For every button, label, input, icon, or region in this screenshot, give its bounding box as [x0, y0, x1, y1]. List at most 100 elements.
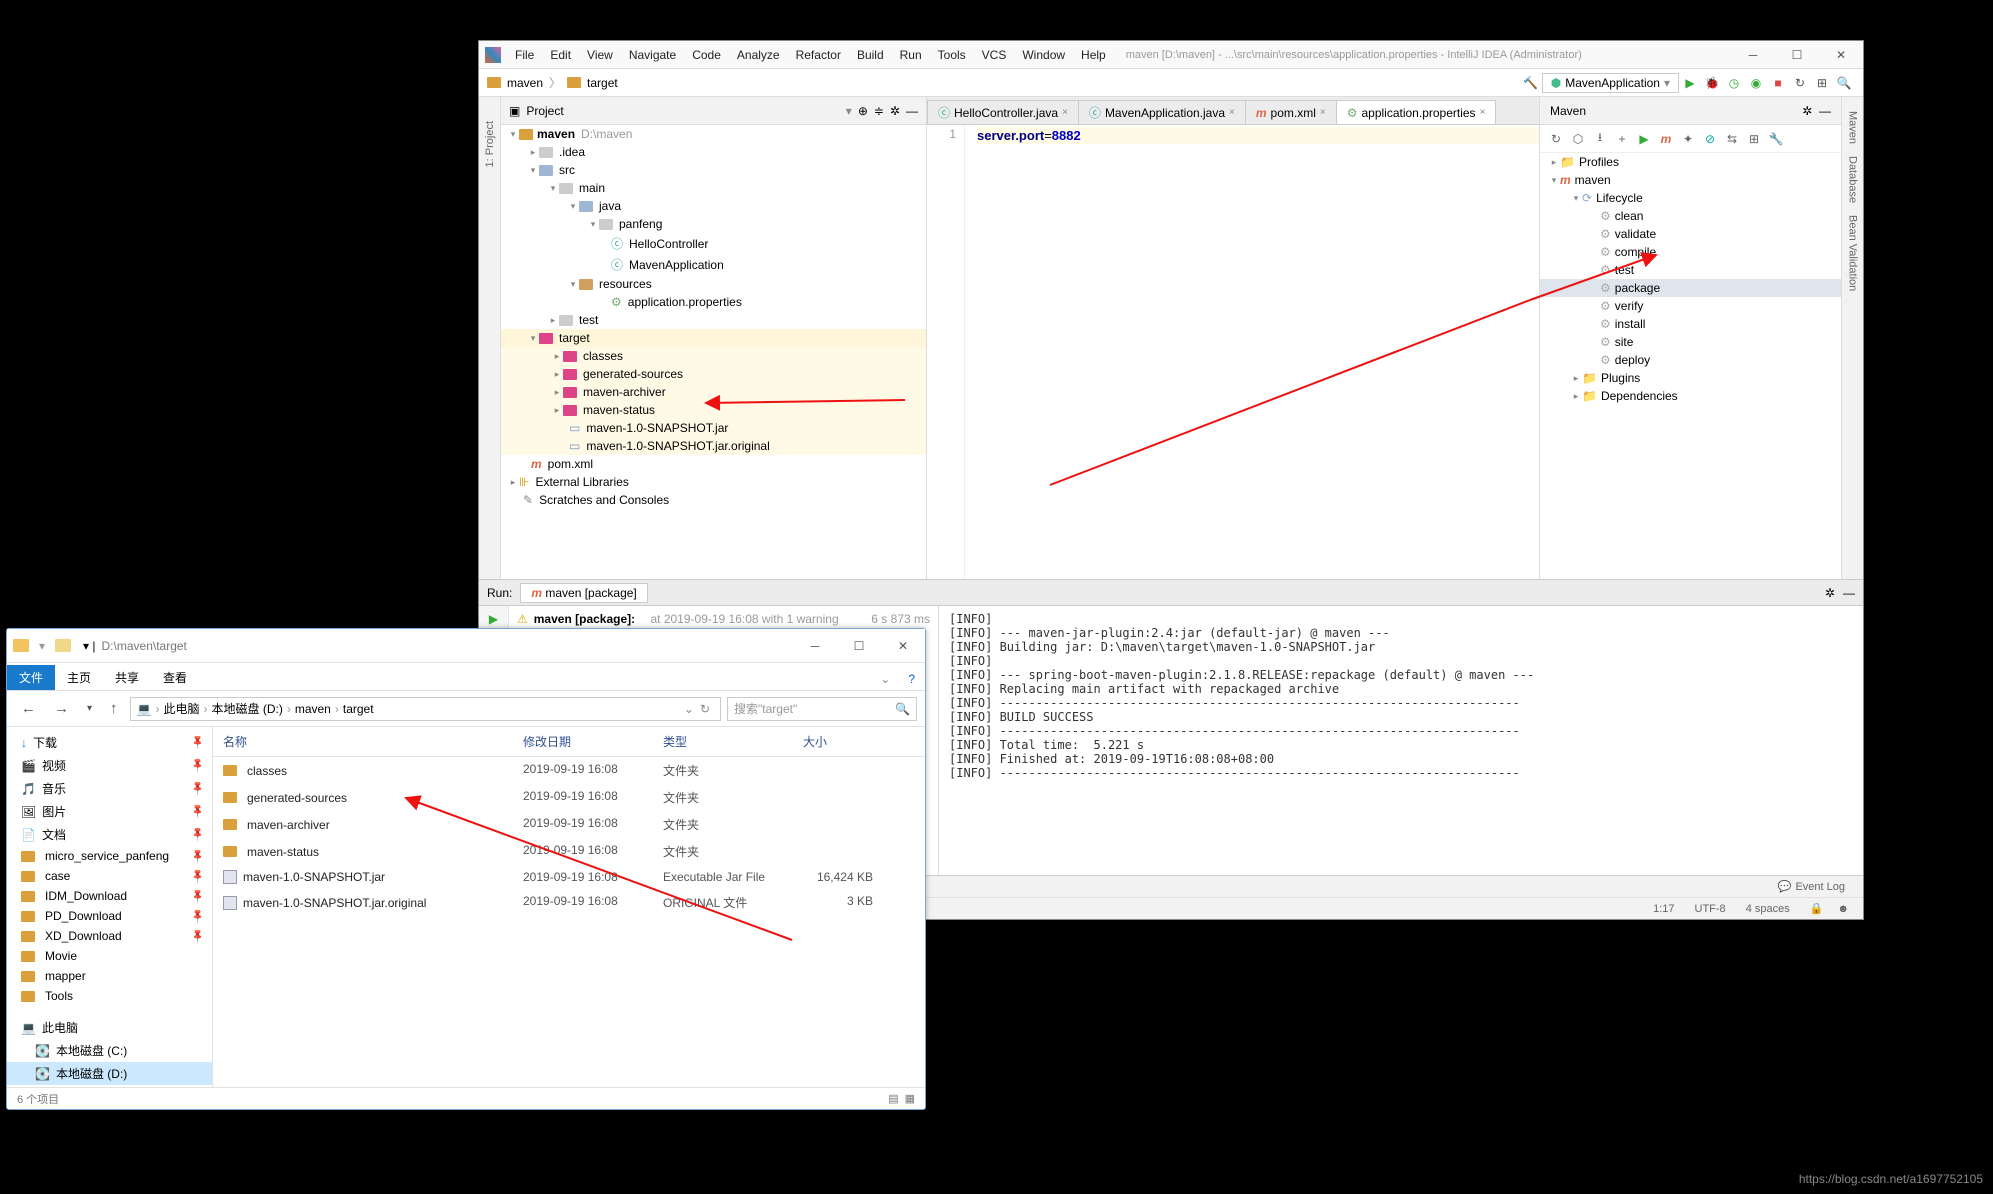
nav-case[interactable]: case📌	[7, 866, 212, 886]
nav-documents[interactable]: 📄文档📌	[7, 823, 212, 846]
event-log-icon[interactable]: 💬	[1778, 880, 1792, 893]
nav-microservice[interactable]: micro_service_panfeng📌	[7, 846, 212, 866]
ribbon-home[interactable]: 主页	[55, 665, 103, 690]
refresh-button[interactable]: ↻	[696, 702, 714, 716]
build-button[interactable]: 🔨	[1520, 73, 1542, 93]
close-icon[interactable]: ×	[1229, 107, 1235, 118]
project-tool-button[interactable]: 1: Project	[484, 117, 496, 171]
tree-classes[interactable]: classes	[581, 349, 623, 363]
project-title[interactable]: Project	[526, 104, 839, 118]
col-size[interactable]: 大小	[793, 727, 883, 756]
nav-tools[interactable]: Tools	[7, 986, 212, 1006]
file-row[interactable]: classes2019-09-19 16:08文件夹	[213, 757, 925, 784]
file-row[interactable]: maven-1.0-SNAPSHOT.jar2019-09-19 16:08Ex…	[213, 865, 925, 889]
settings-icon[interactable]: ✲	[1802, 104, 1812, 118]
nav-thispc[interactable]: 💻 此电脑	[7, 1016, 212, 1039]
nav-pd[interactable]: PD_Download📌	[7, 906, 212, 926]
bc-maven[interactable]: maven	[295, 702, 331, 716]
history-button[interactable]: ▾	[81, 699, 98, 718]
tree-hellocontroller[interactable]: HelloController	[627, 237, 708, 251]
menu-run[interactable]: Run	[892, 44, 930, 66]
maven-goal-validate[interactable]: validate	[1615, 227, 1656, 241]
coverage-button[interactable]: ◷	[1723, 73, 1745, 93]
run-button[interactable]: ▶	[1679, 73, 1701, 93]
menu-help[interactable]: Help	[1073, 44, 1114, 66]
file-row[interactable]: generated-sources2019-09-19 16:08文件夹	[213, 784, 925, 811]
hide-icon[interactable]: —	[1819, 104, 1831, 118]
tree-extlib[interactable]: External Libraries	[533, 475, 628, 489]
maximize-button[interactable]: ☐	[1775, 41, 1819, 69]
ribbon-view[interactable]: 查看	[151, 665, 199, 690]
maven-goal-install[interactable]: install	[1615, 317, 1646, 331]
tree-archiver[interactable]: maven-archiver	[581, 385, 666, 399]
maven-profiles[interactable]: Profiles	[1579, 155, 1619, 169]
col-type[interactable]: 类型	[653, 727, 793, 756]
run-button[interactable]: ▶	[1636, 131, 1652, 147]
event-log-button[interactable]: Event Log	[1795, 881, 1845, 893]
tree-main[interactable]: main	[577, 181, 605, 195]
tree-resources[interactable]: resources	[597, 277, 652, 291]
tree-idea[interactable]: .idea	[557, 145, 585, 159]
minimize-button[interactable]: ─	[793, 629, 837, 663]
menu-file[interactable]: File	[507, 44, 542, 66]
ribbon-share[interactable]: 共享	[103, 665, 151, 690]
address-bar[interactable]: 💻› 此电脑› 本地磁盘 (D:)› maven› target ⌄ ↻	[130, 697, 721, 721]
profile-button[interactable]: ◉	[1745, 73, 1767, 93]
add-button[interactable]: +	[1614, 131, 1630, 147]
maven-plugins[interactable]: Plugins	[1601, 371, 1640, 385]
run-console[interactable]: [INFO] [INFO] --- maven-jar-plugin:2.4:j…	[939, 606, 1863, 875]
col-date[interactable]: 修改日期	[513, 727, 653, 756]
maven-goal-verify[interactable]: verify	[1615, 299, 1644, 313]
nav-drivec[interactable]: 💽本地磁盘 (C:)	[7, 1039, 212, 1062]
hide-button[interactable]: —	[906, 104, 918, 118]
search-icon[interactable]: 🔍	[895, 702, 910, 716]
maven-goal-test[interactable]: test	[1615, 263, 1634, 277]
file-list[interactable]: 名称 修改日期 类型 大小 classes2019-09-19 16:08文件夹…	[213, 727, 925, 1087]
tree-test[interactable]: test	[577, 313, 598, 327]
forward-button[interactable]: →	[48, 696, 75, 721]
project-view-selector[interactable]: ▣	[509, 104, 520, 118]
tree-snapshot-orig[interactable]: maven-1.0-SNAPSHOT.jar.original	[584, 439, 769, 453]
generate-button[interactable]: ⬡	[1570, 131, 1586, 147]
details-view-button[interactable]: ▤	[888, 1092, 898, 1105]
close-icon[interactable]: ×	[1320, 107, 1326, 118]
locate-button[interactable]: ⊕	[858, 104, 868, 118]
nav-downloads[interactable]: ↓下载📌	[7, 731, 212, 754]
up-button[interactable]: ↑	[104, 696, 124, 721]
nav-xd[interactable]: XD_Download📌	[7, 926, 212, 946]
tab-hellocontroller[interactable]: ⓒHelloController.java×	[927, 100, 1079, 124]
maven-tool-button[interactable]: Maven	[1847, 105, 1859, 150]
rerun-button[interactable]: ▶	[489, 612, 498, 626]
update-button[interactable]: ↻	[1789, 73, 1811, 93]
editor[interactable]: 1 server.port=8882	[927, 125, 1539, 579]
menu-refactor[interactable]: Refactor	[788, 44, 849, 66]
download-button[interactable]: ⭳	[1592, 131, 1608, 147]
skip-tests-button[interactable]: ⊘	[1702, 131, 1718, 147]
expand-ribbon-button[interactable]: ⌄	[872, 668, 898, 690]
help-button[interactable]: ?	[898, 668, 925, 690]
beanvalidation-tool-button[interactable]: Bean Validation	[1847, 209, 1859, 297]
maven-deps[interactable]: Dependencies	[1601, 389, 1678, 403]
maximize-button[interactable]: ☐	[837, 629, 881, 663]
tree-mavenstatus[interactable]: maven-status	[581, 403, 655, 417]
tab-pom[interactable]: mpom.xml×	[1245, 100, 1337, 124]
toggle-offline-button[interactable]: ✦	[1680, 131, 1696, 147]
settings-button[interactable]: ✲	[890, 104, 900, 118]
maven-root[interactable]: maven	[1575, 173, 1611, 187]
file-header[interactable]: 名称 修改日期 类型 大小	[213, 727, 925, 757]
run-tab[interactable]: m maven [package]	[520, 583, 647, 603]
settings-icon[interactable]: ✲	[1825, 586, 1835, 600]
maven-lifecycle[interactable]: Lifecycle	[1596, 191, 1643, 205]
menu-edit[interactable]: Edit	[542, 44, 579, 66]
code-line[interactable]: server.port=8882	[977, 127, 1539, 144]
status-smiley-icon[interactable]: ☻	[1833, 903, 1853, 915]
menu-build[interactable]: Build	[849, 44, 892, 66]
reload-button[interactable]: ↻	[1548, 131, 1564, 147]
menu-view[interactable]: View	[579, 44, 621, 66]
maven-tree[interactable]: ▸📁Profiles ▾mmaven ▾⟳Lifecycle ⚙clean ⚙v…	[1540, 153, 1841, 579]
menu-code[interactable]: Code	[684, 44, 729, 66]
menu-vcs[interactable]: VCS	[974, 44, 1015, 66]
nav-pane[interactable]: ↓下载📌 🎬视频📌 🎵音乐📌 🖼图片📌 📄文档📌 micro_service_p…	[7, 727, 213, 1087]
tree-pom[interactable]: pom.xml	[546, 457, 593, 471]
collapse-button[interactable]: ⇆	[1724, 131, 1740, 147]
